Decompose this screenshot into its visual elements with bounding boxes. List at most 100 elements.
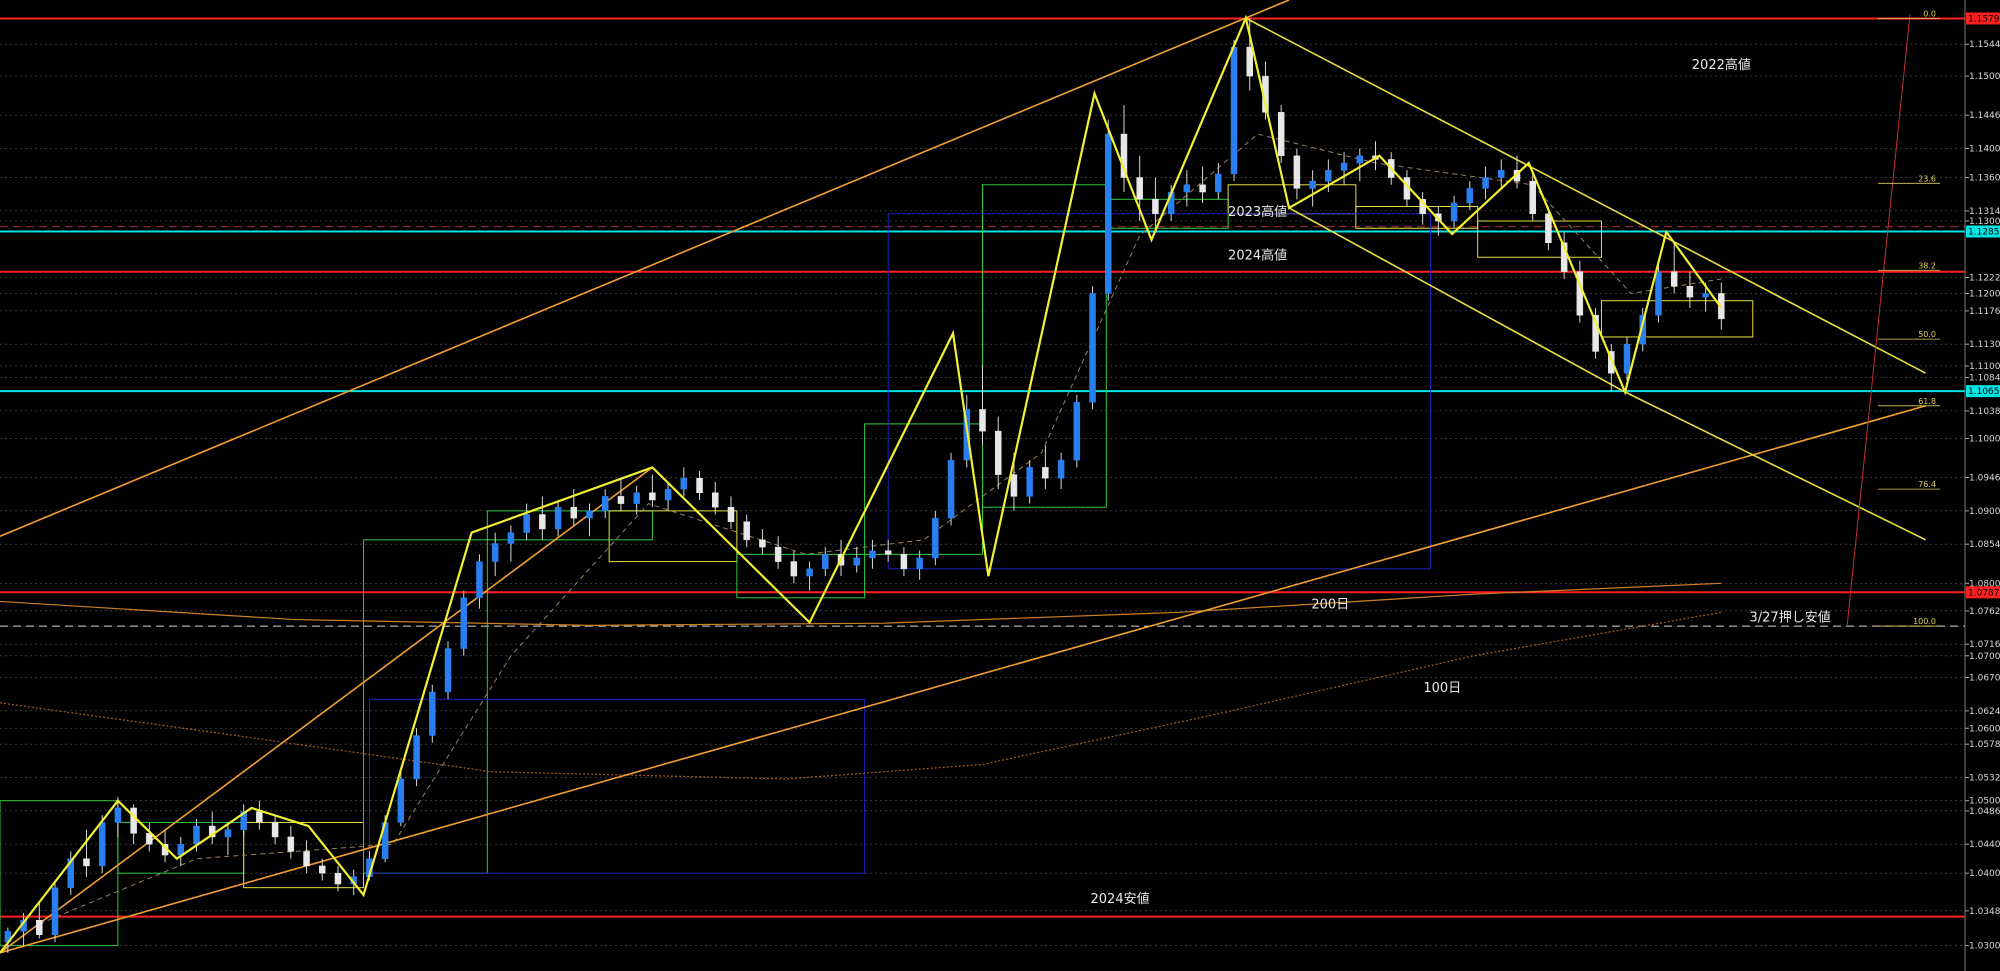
- candle-body: [1199, 184, 1206, 193]
- candle-body: [51, 887, 59, 936]
- candle-body: [900, 554, 908, 570]
- fib-label: 76.4: [1918, 480, 1936, 489]
- candle-body: [429, 691, 436, 736]
- fib-label: 61.8: [1918, 397, 1936, 406]
- candle-body: [1042, 467, 1049, 479]
- price-tick-label: 1.07000: [1969, 652, 2000, 662]
- annotation-label: 2024高値: [1228, 247, 1287, 263]
- candle-body: [1325, 170, 1332, 182]
- candle-body: [932, 517, 939, 559]
- candle-body: [523, 514, 530, 533]
- candle-body: [790, 561, 798, 577]
- price-tick-label: 1.15440: [1969, 40, 2000, 50]
- candle-body: [1482, 177, 1489, 189]
- price-tick-label: 1.14460: [1969, 111, 2000, 121]
- price-tick-label: 1.05000: [1969, 797, 2000, 807]
- price-tick-label: 1.14000: [1969, 145, 2000, 155]
- price-tick-label: 1.13140: [1969, 207, 2000, 217]
- price-chart[interactable]: 0.0 23.6 38.2 50.0 61.8 76.4 100.0 2022高値 2023高…: [0, 0, 2000, 971]
- candle-body: [1450, 202, 1458, 222]
- candle: [1105, 119, 1112, 301]
- candle-body: [1105, 133, 1112, 294]
- price-tick-label: 1.06700: [1969, 674, 2000, 684]
- price-tick-label: 1.04000: [1969, 869, 2000, 879]
- candle-body: [947, 459, 955, 519]
- candle-body: [1293, 155, 1301, 189]
- candle-body: [570, 506, 578, 519]
- price-tick-label: 1.10380: [1969, 407, 2000, 417]
- candle-body: [1215, 173, 1222, 193]
- candle-body: [334, 872, 342, 885]
- candle-body: [1702, 293, 1709, 298]
- candle-body: [1545, 213, 1552, 243]
- annotation-label: 3/27押し安値: [1750, 610, 1831, 626]
- candle-body: [712, 492, 719, 508]
- candle-body: [853, 557, 860, 566]
- candle-body: [539, 514, 546, 530]
- price-tick-label: 1.11000: [1969, 362, 2000, 372]
- candle-body: [680, 478, 688, 490]
- candle-body: [1152, 199, 1159, 215]
- candle-body: [743, 521, 750, 541]
- price-tick-label: 1.13000: [1969, 217, 2000, 227]
- candle: [1277, 105, 1285, 164]
- candle-body: [114, 807, 122, 823]
- candle-body: [1073, 401, 1081, 461]
- candle-body: [224, 829, 232, 838]
- candle-body: [649, 492, 656, 501]
- candle-body: [1498, 170, 1505, 178]
- fib-label: 0.0: [1923, 9, 1936, 18]
- annotation-label: 2022高値: [1692, 57, 1751, 73]
- price-tick-label: 1.13600: [1969, 174, 2000, 184]
- candle: [444, 641, 452, 700]
- candle-body: [460, 597, 467, 649]
- candle-body: [586, 510, 593, 519]
- price-tick-label: 1.03480: [1969, 907, 2000, 917]
- price-tick-label: 1.10000: [1969, 434, 2000, 444]
- candle-body: [994, 430, 1002, 475]
- candle-body: [1309, 180, 1316, 189]
- price-tick-label: 1.09460: [1969, 474, 2000, 484]
- price-tick-label: 1.10840: [1969, 374, 2000, 384]
- candle-body: [774, 546, 782, 562]
- candle-body: [1089, 293, 1096, 403]
- price-tick-label: 1.05320: [1969, 774, 2000, 784]
- price-tick-label: 1.03000: [1969, 942, 2000, 952]
- price-tick-label: 1.12000: [1969, 289, 2000, 299]
- candle-body: [1136, 177, 1143, 200]
- candle-body: [1356, 155, 1364, 164]
- candle-body: [413, 735, 420, 780]
- candle-body: [1340, 162, 1348, 171]
- candle-body: [397, 778, 405, 823]
- price-tick-label: 1.11300: [1969, 340, 2000, 350]
- candle: [413, 728, 420, 787]
- fib-label: 50.0: [1918, 330, 1936, 339]
- candle-body: [130, 807, 137, 834]
- candle: [51, 880, 59, 943]
- annotation-label: 100日: [1423, 681, 1461, 696]
- candle-body: [1466, 188, 1474, 204]
- price-tick-label: 1.07620: [1969, 607, 2000, 617]
- candle-body: [633, 492, 640, 504]
- price-tick-label: 1.04860: [1969, 807, 2000, 817]
- candle-body: [822, 554, 829, 570]
- candle-body: [476, 561, 483, 599]
- candle-body: [271, 822, 279, 838]
- candle: [1230, 39, 1238, 182]
- candle-body: [1686, 285, 1694, 298]
- annotation-label: 2024安値: [1091, 891, 1150, 907]
- candle-body: [98, 822, 106, 867]
- candle-body: [696, 478, 703, 493]
- candle-body: [1183, 184, 1191, 193]
- candle-body: [1529, 180, 1536, 215]
- candle-body: [444, 648, 452, 693]
- candle-body: [256, 811, 263, 823]
- price-tick-label: 1.08540: [1969, 540, 2000, 550]
- candle-body: [1057, 459, 1065, 479]
- candle-body: [916, 557, 923, 570]
- candle-body: [1670, 271, 1678, 287]
- candle-body: [554, 506, 562, 530]
- candle-body: [617, 496, 625, 504]
- price-tick-label: 1.04400: [1969, 840, 2000, 850]
- candle-body: [1277, 112, 1285, 157]
